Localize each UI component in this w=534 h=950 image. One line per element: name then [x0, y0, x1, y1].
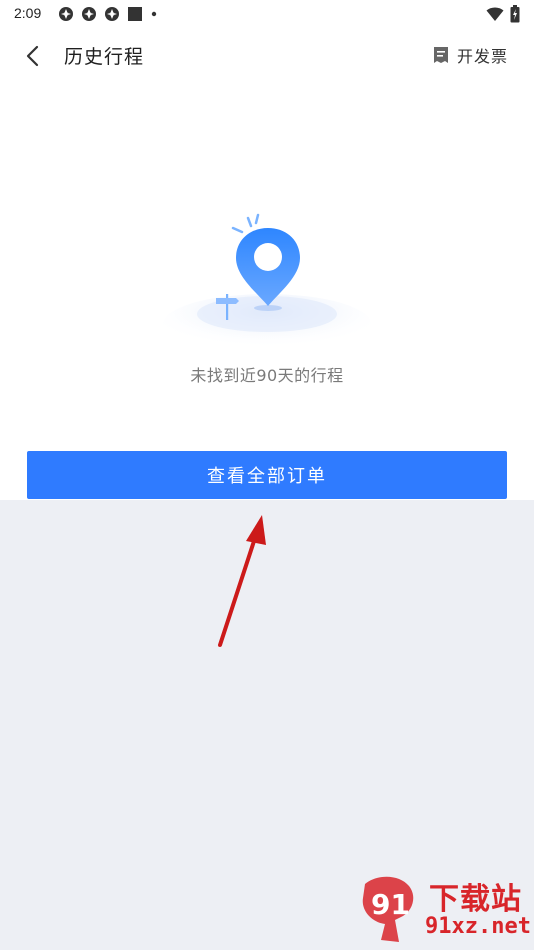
- invoice-label: 开发票: [456, 47, 508, 66]
- view-all-orders-button[interactable]: 查看全部订单: [27, 451, 507, 499]
- page-title: 历史行程: [64, 46, 145, 68]
- watermark-title: 下载站: [429, 882, 522, 917]
- wifi-icon: [486, 7, 504, 21]
- notification-icon: [105, 7, 119, 21]
- empty-state: 未找到近90天的行程: [0, 82, 534, 500]
- empty-state-message: 未找到近90天的行程: [190, 366, 344, 385]
- status-bar: 2:09: [0, 0, 534, 28]
- chevron-left-icon: [26, 45, 39, 67]
- status-system-icons: [486, 5, 520, 23]
- annotation-arrow: [218, 515, 266, 647]
- dot-icon: [151, 11, 157, 17]
- watermark: 91 下载站 91xz.net: [359, 870, 534, 950]
- svg-text:91: 91: [371, 888, 410, 921]
- watermark-url: 91xz.net: [425, 914, 531, 939]
- stop-icon: [128, 7, 142, 21]
- receipt-icon: [433, 47, 448, 63]
- back-button[interactable]: [16, 40, 48, 72]
- location-pin-icon: [163, 213, 371, 346]
- battery-icon: [510, 5, 520, 23]
- status-notifications: [58, 6, 158, 22]
- notification-icon: [59, 7, 73, 21]
- status-time: 2:09: [14, 5, 42, 21]
- app-bar: 历史行程 开发票: [0, 28, 534, 82]
- notification-icon: [82, 7, 96, 21]
- watermark-logo: 91: [362, 876, 414, 942]
- invoice-button[interactable]: 开发票: [433, 42, 508, 68]
